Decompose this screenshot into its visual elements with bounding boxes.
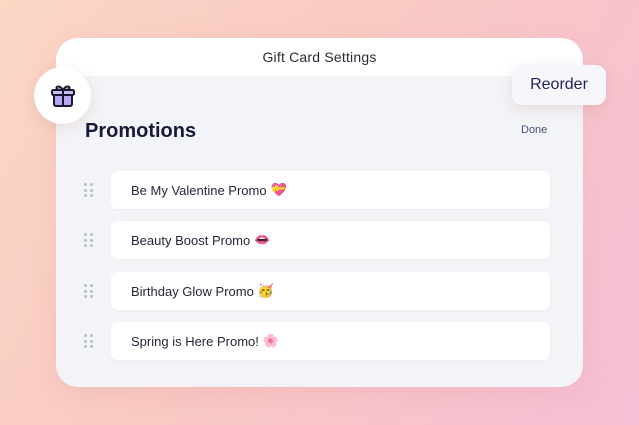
reorder-button[interactable]: Reorder — [512, 65, 606, 105]
panel-title: Gift Card Settings — [262, 49, 377, 65]
promotion-item[interactable]: Birthday Glow Promo 🥳 — [111, 272, 550, 310]
drag-handle-icon[interactable] — [84, 183, 94, 197]
promotion-row: Be My Valentine Promo 💝 — [84, 171, 550, 209]
lips-emoji-icon: 👄 — [254, 232, 271, 248]
promotion-label: Spring is Here Promo! — [131, 333, 259, 349]
promotion-row: Spring is Here Promo! 🌸 — [84, 322, 550, 360]
gift-icon — [50, 85, 75, 107]
drag-handle-icon[interactable] — [84, 334, 94, 348]
promotion-item[interactable]: Spring is Here Promo! 🌸 — [111, 322, 550, 360]
heart-gift-emoji-icon: 💝 — [270, 182, 287, 198]
blossom-emoji-icon: 🌸 — [262, 333, 280, 349]
done-button[interactable]: Done — [521, 124, 547, 136]
promotion-label: Beauty Boost Promo — [131, 232, 251, 248]
promotion-label: Birthday Glow Promo — [131, 283, 254, 299]
drag-handle-icon[interactable] — [84, 284, 94, 298]
promotion-item[interactable]: Be My Valentine Promo 💝 — [111, 171, 550, 209]
promotion-item[interactable]: Beauty Boost Promo 👄 — [111, 221, 550, 259]
gift-card-settings-panel: Gift Card Settings Promotions Done Be My… — [56, 38, 583, 387]
drag-handle-icon[interactable] — [84, 233, 94, 247]
panel-header: Gift Card Settings — [56, 38, 583, 76]
section-title: Promotions — [85, 120, 197, 142]
promotion-row: Beauty Boost Promo 👄 — [84, 221, 550, 259]
promotion-row: Birthday Glow Promo 🥳 — [84, 272, 550, 310]
promotion-label: Be My Valentine Promo — [131, 182, 267, 198]
gift-badge — [34, 67, 91, 124]
party-face-emoji-icon: 🥳 — [257, 283, 275, 299]
